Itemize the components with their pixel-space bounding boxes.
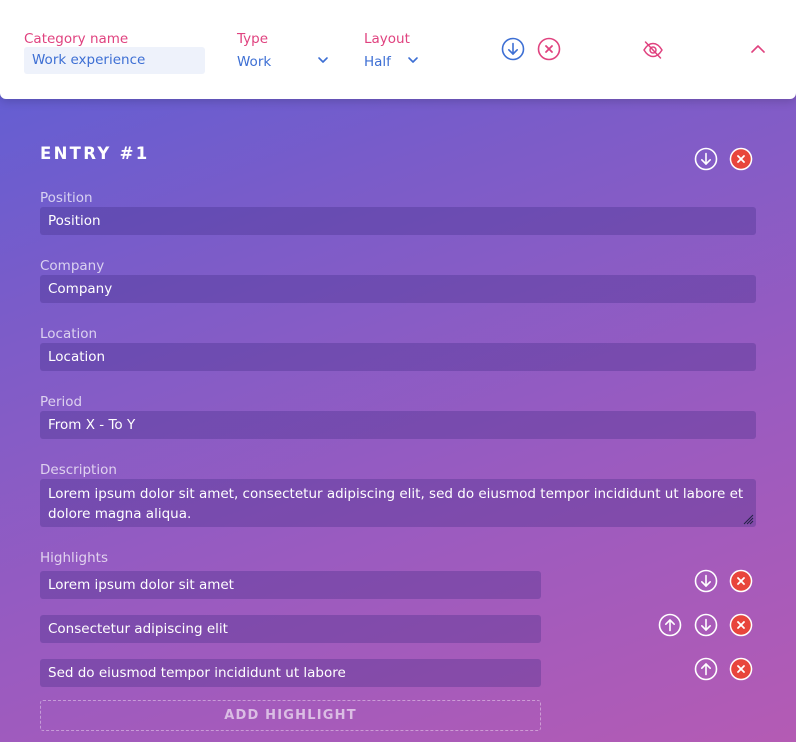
resize-handle-icon[interactable] — [742, 513, 754, 525]
arrow-down-circle-icon[interactable] — [501, 37, 525, 61]
position-input[interactable]: Position — [40, 207, 756, 235]
highlight-input[interactable]: Consectetur adipiscing elit — [40, 615, 541, 643]
close-circle-icon[interactable] — [729, 569, 753, 593]
arrow-down-circle-icon[interactable] — [694, 613, 718, 637]
highlight-input[interactable]: Lorem ipsum dolor sit amet — [40, 571, 541, 599]
close-circle-icon[interactable] — [729, 657, 753, 681]
description-label: Description — [40, 462, 117, 478]
location-input[interactable]: Location — [40, 343, 756, 371]
close-circle-icon[interactable] — [537, 37, 561, 61]
category-header: Category name Work experience Type Work … — [0, 0, 796, 99]
close-circle-icon[interactable] — [729, 147, 753, 171]
chevron-up-icon[interactable] — [750, 43, 766, 55]
highlight-input[interactable]: Sed do eiusmod tempor incididunt ut labo… — [40, 659, 541, 687]
period-label: Period — [40, 394, 83, 410]
entry-title: ENTRY #1 — [40, 144, 150, 163]
chevron-down-icon — [318, 57, 328, 63]
type-label: Type — [237, 31, 269, 47]
arrow-down-circle-icon[interactable] — [694, 147, 718, 171]
eye-off-icon[interactable] — [642, 40, 664, 60]
location-label: Location — [40, 326, 98, 342]
category-name-label: Category name — [24, 31, 129, 47]
layout-select-value: Half — [364, 54, 391, 70]
type-select-value: Work — [237, 54, 272, 70]
company-label: Company — [40, 258, 105, 274]
description-text: Lorem ipsum dolor sit amet, consectetur … — [48, 486, 744, 522]
category-name-input[interactable]: Work experience — [24, 47, 205, 74]
company-input[interactable]: Company — [40, 275, 756, 303]
layout-label: Layout — [364, 31, 410, 47]
arrow-up-circle-icon[interactable] — [658, 613, 682, 637]
position-label: Position — [40, 190, 93, 206]
period-input[interactable]: From X - To Y — [40, 411, 756, 439]
description-textarea[interactable]: Lorem ipsum dolor sit amet, consectetur … — [40, 479, 756, 527]
add-highlight-button[interactable]: ADD HIGHLIGHT — [40, 700, 541, 731]
chevron-down-icon — [408, 57, 418, 63]
highlights-label: Highlights — [40, 550, 108, 566]
arrow-down-circle-icon[interactable] — [694, 569, 718, 593]
close-circle-icon[interactable] — [729, 613, 753, 637]
arrow-up-circle-icon[interactable] — [694, 657, 718, 681]
